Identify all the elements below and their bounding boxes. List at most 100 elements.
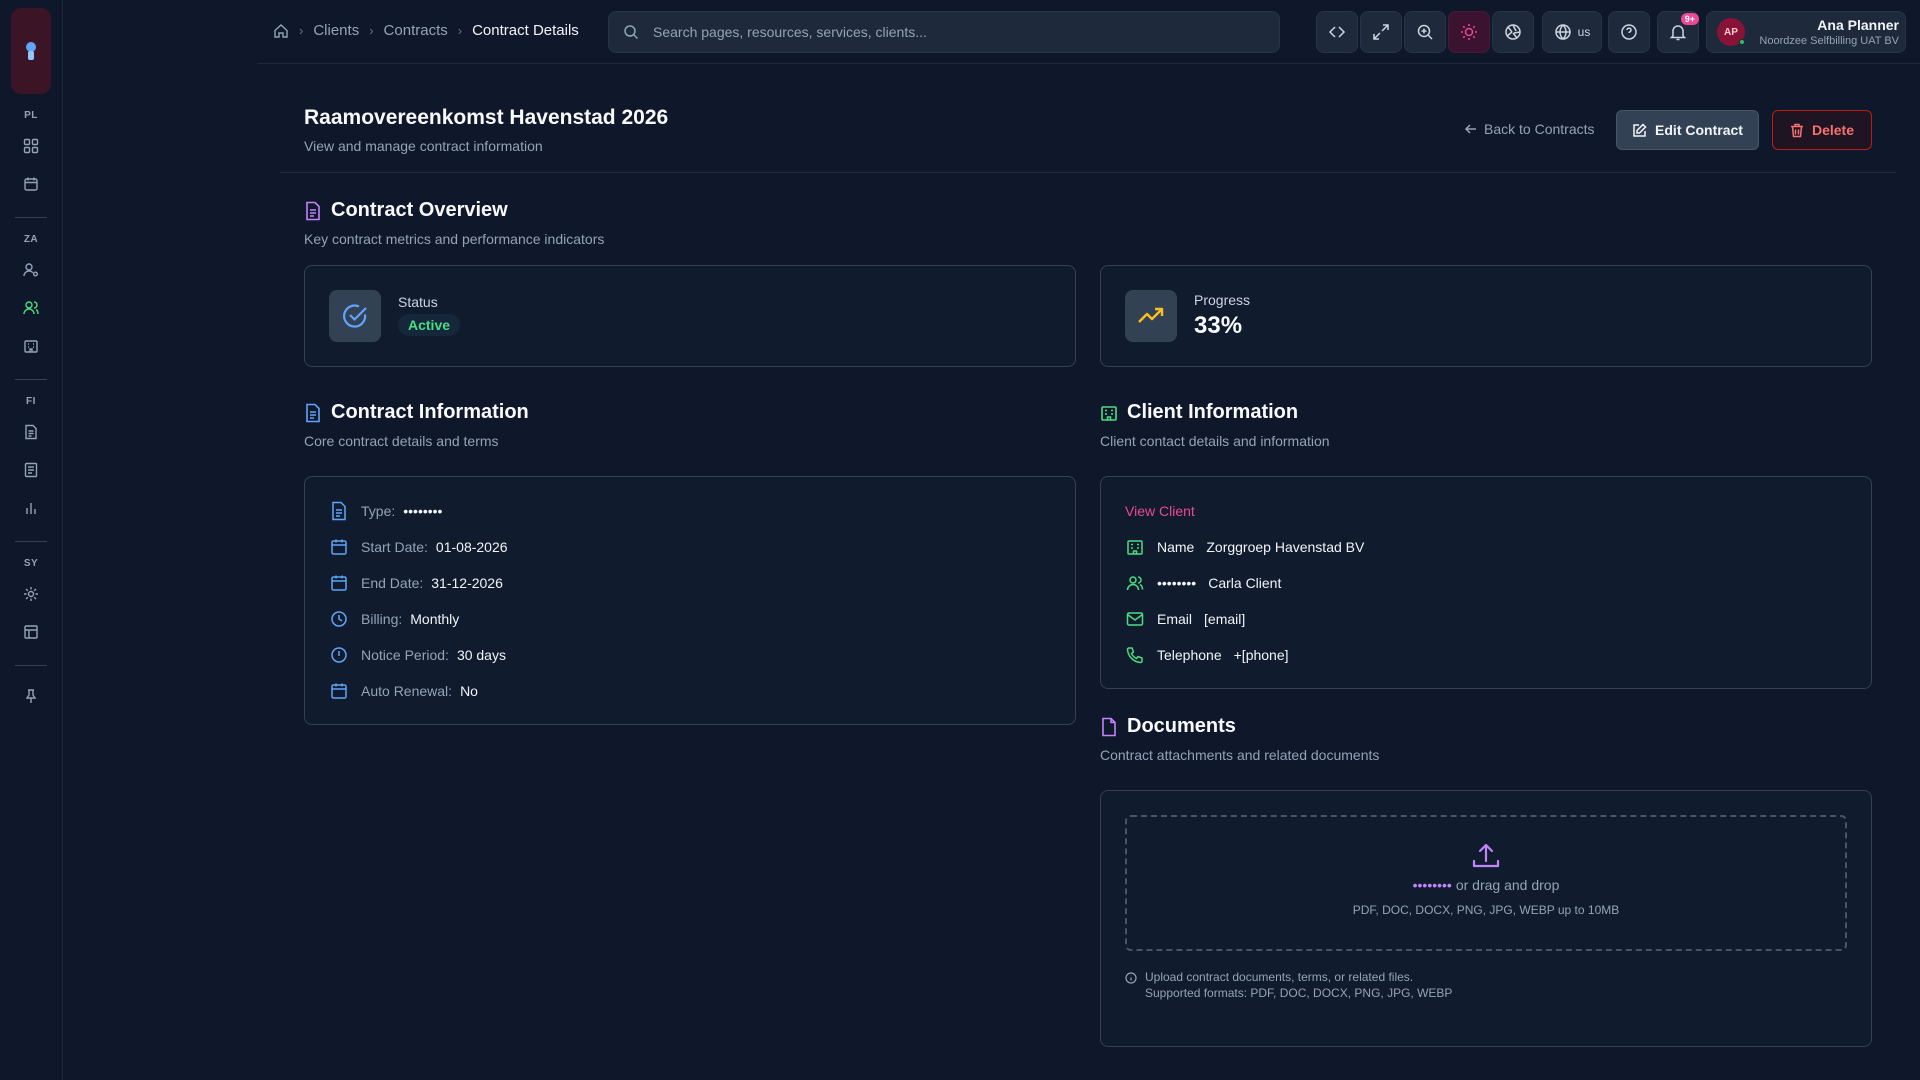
status-badge: Active (398, 314, 461, 336)
chevron-right-icon: › (369, 23, 374, 38)
top-bar: › Clients › Contracts › Contract Details… (257, 0, 1920, 64)
info-icon (1125, 972, 1137, 984)
auto-renewal-label: Auto Renewal: (361, 683, 453, 699)
app-logo[interactable] (11, 8, 51, 94)
breadcrumb-clients[interactable]: Clients (313, 22, 359, 39)
upload-note-line1: Upload contract documents, terms, or rel… (1145, 970, 1414, 984)
help-button[interactable] (1608, 11, 1650, 53)
billing-label: Billing: (361, 611, 403, 627)
overview-title: Contract Overview (331, 199, 508, 221)
back-to-contracts-link[interactable]: Back to Contracts (1464, 121, 1595, 137)
documents-subtitle: Contract attachments and related documen… (1100, 747, 1380, 763)
end-date-label: End Date: (361, 575, 424, 591)
sidebar-section-label: PL (24, 110, 38, 121)
billing-value: Monthly (410, 611, 460, 627)
home-icon[interactable] (273, 23, 289, 39)
upload-note: Upload contract documents, terms, or rel… (1125, 969, 1452, 1001)
view-client-link[interactable]: View Client (1125, 503, 1195, 519)
user-menu[interactable]: AP Ana Planner Noordzee Selfbilling UAT … (1706, 11, 1906, 53)
file-text-icon (306, 201, 320, 220)
calendar-icon (331, 683, 347, 699)
sidebar-section-label: SY (23, 558, 39, 569)
back-label: Back to Contracts (1484, 121, 1595, 137)
avatar: AP (1717, 18, 1745, 46)
sidebar-item-calendar[interactable] (15, 168, 47, 200)
file-icon (332, 501, 346, 521)
sidebar-item-dashboard[interactable] (15, 130, 47, 162)
appearance-button[interactable] (1492, 11, 1534, 53)
zoom-button[interactable] (1404, 11, 1446, 53)
grid-icon (23, 138, 39, 154)
sun-icon (1461, 24, 1477, 40)
sidebar-item-clients[interactable] (15, 292, 47, 324)
upload-link[interactable]: •••••••• (1413, 877, 1452, 893)
chevron-right-icon: › (299, 23, 304, 38)
sidebar-item-templates[interactable] (15, 616, 47, 648)
template-icon (24, 625, 38, 639)
upload-dropzone[interactable]: •••••••• or drag and drop PDF, DOC, DOCX,… (1125, 815, 1847, 951)
search-placeholder: Search pages, resources, services, clien… (653, 24, 927, 40)
upload-note-line2: Supported formats: PDF, DOC, DOCX, PNG, … (1145, 986, 1453, 1000)
sidebar-item-user-settings[interactable] (15, 254, 47, 286)
upload-instruction: •••••••• or drag and drop (1413, 877, 1560, 893)
building-icon (1101, 405, 1117, 421)
sidebar-pin-button[interactable] (15, 680, 47, 712)
upload-icon (1472, 843, 1500, 868)
calendar-icon (24, 177, 38, 191)
receipt-icon (24, 462, 38, 478)
contract-type-label: Type: (361, 503, 396, 519)
help-circle-icon (1621, 24, 1637, 40)
edit-label: Edit Contract (1655, 122, 1743, 138)
notification-badge: 9+ (1680, 13, 1699, 25)
avatar-initials: AP (1724, 26, 1738, 38)
user-organization: Noordzee Selfbilling UAT BV (1759, 35, 1899, 47)
status-label: Status (398, 294, 438, 310)
progress-value: 33% (1194, 312, 1243, 339)
notifications-button[interactable]: 9+ (1657, 11, 1699, 53)
start-date-row: Start Date: 01-08-2026 (329, 537, 508, 557)
building-icon (24, 340, 38, 353)
edit-contract-button[interactable]: Edit Contract (1616, 110, 1759, 150)
sidebar-section-label: FI (26, 396, 36, 407)
language-selector[interactable]: us (1542, 11, 1602, 53)
file-text-icon (25, 424, 37, 440)
notice-period-label: Notice Period: (361, 647, 449, 663)
bell-icon (1669, 25, 1687, 41)
progress-icon-tile (1125, 290, 1177, 342)
clock-icon (331, 611, 347, 627)
client-name-label: Name (1157, 539, 1195, 555)
sidebar-item-documents[interactable] (15, 416, 47, 448)
collapse-sidebar-button[interactable] (1316, 11, 1358, 53)
contact-person-label: •••••••• (1157, 575, 1197, 591)
fullscreen-button[interactable] (1360, 11, 1402, 53)
trending-up-icon (1138, 307, 1164, 323)
overview-heading: Contract Overview (304, 199, 508, 222)
sidebar-item-reports[interactable] (15, 492, 47, 524)
users-icon (23, 301, 39, 315)
client-info-card: View Client Name Zorggroep Havenstad BV … (1100, 476, 1872, 689)
upload-formats: PDF, DOC, DOCX, PNG, JPG, WEBP up to 10M… (1352, 903, 1620, 917)
start-date-value: 01-08-2026 (435, 539, 508, 555)
email-label: Email (1157, 611, 1193, 627)
telephone-value[interactable]: +[phone] (1234, 647, 1289, 663)
overview-subtitle: Key contract metrics and performance ind… (304, 231, 605, 247)
theme-toggle-button[interactable] (1448, 11, 1490, 53)
email-value[interactable]: [email] (1204, 611, 1245, 627)
zoom-in-icon (1417, 24, 1433, 40)
documents-heading: Documents (1100, 715, 1236, 738)
notice-period-value: 30 days (456, 647, 506, 663)
sidebar: PL ZA FI SY (0, 0, 63, 1080)
breadcrumb-contracts[interactable]: Contracts (384, 22, 448, 39)
logo-icon (26, 42, 36, 60)
sidebar-item-organizations[interactable] (15, 330, 47, 362)
delete-contract-button[interactable]: Delete (1772, 110, 1872, 150)
file-text-icon (306, 403, 320, 422)
user-cog-icon (23, 263, 38, 277)
sidebar-divider (15, 217, 47, 218)
arrow-left-icon (1464, 124, 1476, 134)
client-name-row: Name Zorggroep Havenstad BV (1125, 537, 1364, 557)
check-circle-icon (343, 304, 367, 328)
search-input[interactable]: Search pages, resources, services, clien… (608, 11, 1280, 53)
sidebar-item-invoices[interactable] (15, 454, 47, 486)
sidebar-item-settings[interactable] (15, 578, 47, 610)
